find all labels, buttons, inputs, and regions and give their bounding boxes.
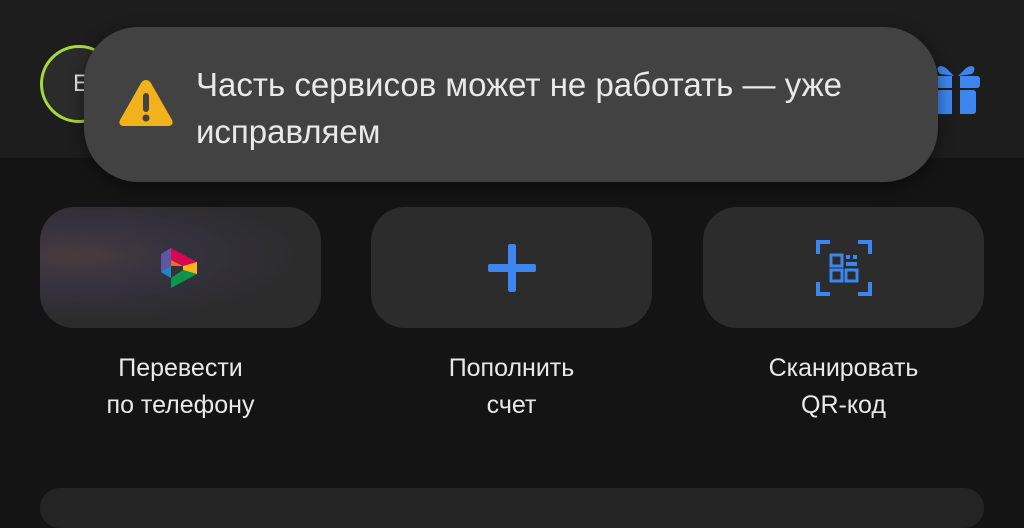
label-line: счет [486, 391, 537, 419]
sbp-transfer-icon [160, 247, 197, 288]
transfer-by-phone-label: Перевести по телефону [40, 350, 321, 424]
scan-qr-label: Сканировать QR-код [703, 350, 984, 424]
transfer-by-phone-button[interactable] [40, 207, 321, 328]
label-line: QR-код [801, 391, 886, 419]
toast-message-line1: Часть сервисов может не работать — уже [196, 66, 842, 103]
toast-message: Часть сервисов может не работать — уже и… [196, 61, 916, 155]
label-line: Перевести [118, 354, 243, 382]
label-line: Пополнить [448, 354, 575, 382]
top-up-account-button[interactable] [371, 207, 652, 328]
service-warning-toast: Часть сервисов может не работать — уже и… [84, 27, 938, 182]
top-up-account-label: Пополнить счет [371, 350, 652, 424]
label-line: Сканировать [768, 354, 919, 382]
qr-scan-icon [815, 239, 872, 296]
plus-icon [487, 243, 536, 292]
toast-message-line2: исправляем [196, 113, 381, 150]
scan-qr-button[interactable] [703, 207, 984, 328]
warning-icon [119, 80, 173, 126]
label-line: по телефону [106, 391, 255, 419]
bottom-card[interactable] [40, 488, 984, 528]
